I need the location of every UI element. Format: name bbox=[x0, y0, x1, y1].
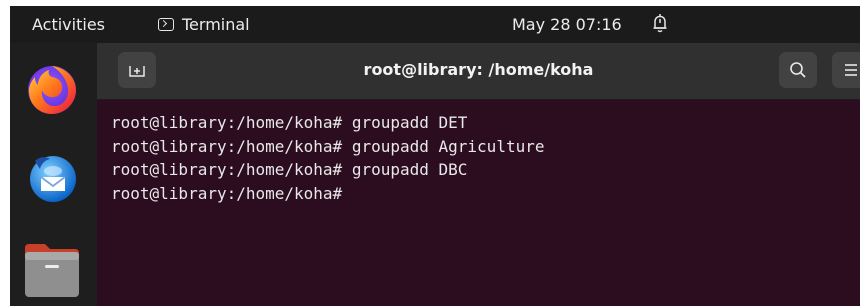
app-menu[interactable]: Terminal bbox=[158, 15, 250, 34]
alarm-icon[interactable] bbox=[652, 13, 668, 33]
search-button[interactable] bbox=[779, 52, 817, 88]
terminal-headerbar: root@library: /home/koha bbox=[97, 43, 860, 100]
terminal-app-icon bbox=[158, 18, 174, 31]
window-title: root@library: /home/koha bbox=[363, 60, 594, 79]
top-bar: Activities Terminal May 28 07:16 bbox=[10, 6, 860, 43]
thunderbird-icon bbox=[30, 156, 76, 202]
menu-button[interactable] bbox=[832, 52, 860, 88]
app-menu-label: Terminal bbox=[182, 15, 250, 34]
terminal-window[interactable]: root@library: /home/koha root@library:/h… bbox=[97, 43, 860, 306]
firefox-icon bbox=[28, 66, 77, 114]
search-icon bbox=[790, 62, 806, 78]
terminal-line: root@library:/home/koha# groupadd DET bbox=[111, 113, 468, 132]
terminal-output[interactable]: root@library:/home/koha# groupadd DET ro… bbox=[111, 111, 850, 205]
files-icon bbox=[25, 244, 79, 297]
hamburger-menu-icon bbox=[845, 64, 857, 76]
dock-app-files[interactable] bbox=[23, 239, 81, 297]
dock-app-firefox[interactable] bbox=[23, 59, 81, 117]
activities-button[interactable]: Activities bbox=[32, 15, 105, 34]
dock bbox=[10, 43, 97, 306]
terminal-line: root@library:/home/koha# groupadd Agricu… bbox=[111, 136, 545, 156]
terminal-line: root@library:/home/koha# groupadd DBC bbox=[111, 160, 468, 179]
terminal-prompt-line: root@library:/home/koha# bbox=[111, 183, 343, 203]
desktop-screen: Activities Terminal May 28 07:16 root@li… bbox=[10, 6, 860, 306]
dock-app-thunderbird[interactable] bbox=[23, 147, 81, 205]
clock[interactable]: May 28 07:16 bbox=[512, 15, 622, 34]
